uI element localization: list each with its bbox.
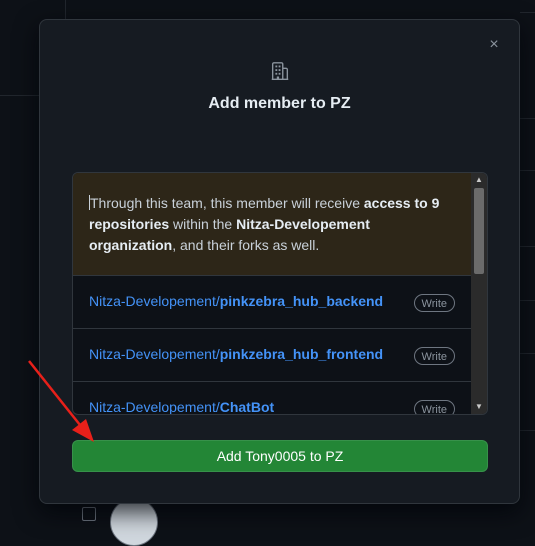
repo-link[interactable]: Nitza-Developement/pinkzebra_hub_fronten… bbox=[89, 346, 383, 362]
bg-divider bbox=[520, 353, 535, 354]
bg-divider bbox=[520, 430, 535, 431]
scrollbar[interactable]: ▲ ▼ bbox=[471, 173, 487, 414]
bg-divider bbox=[520, 12, 535, 13]
notice-text: within the bbox=[169, 216, 237, 232]
list-item: Nitza-Developement/ChatBot Write bbox=[73, 382, 471, 414]
notice-text: Through this team, this member will rece… bbox=[90, 195, 364, 211]
notice-text: , and their forks as well. bbox=[172, 237, 320, 253]
list-item: Nitza-Developement/pinkzebra_hub_backend… bbox=[73, 276, 471, 329]
bg-divider bbox=[520, 118, 535, 119]
scroll-down-icon[interactable]: ▼ bbox=[471, 400, 487, 414]
organization-icon bbox=[271, 62, 289, 80]
bg-member-checkbox bbox=[82, 507, 96, 521]
bg-divider bbox=[520, 170, 535, 171]
add-member-button[interactable]: Add Tony0005 to PZ bbox=[72, 440, 488, 472]
dialog-title: Add member to PZ bbox=[208, 95, 351, 112]
permission-badge: Write bbox=[413, 347, 455, 365]
repo-link[interactable]: Nitza-Developement/ChatBot bbox=[89, 399, 274, 414]
permission-badge: Write bbox=[413, 294, 455, 312]
list-item: Nitza-Developement/pinkzebra_hub_fronten… bbox=[73, 329, 471, 382]
scroll-up-icon[interactable]: ▲ bbox=[471, 173, 487, 187]
bg-divider bbox=[0, 95, 39, 96]
bg-divider bbox=[520, 300, 535, 301]
access-notice: Through this team, this member will rece… bbox=[73, 173, 471, 276]
add-member-dialog: × Add member to PZ Through this team, th… bbox=[39, 19, 520, 504]
bg-avatar bbox=[110, 498, 158, 546]
permission-badge: Write bbox=[413, 400, 455, 414]
repo-link[interactable]: Nitza-Developement/pinkzebra_hub_backend bbox=[89, 293, 383, 309]
scroll-thumb[interactable] bbox=[474, 188, 484, 274]
close-icon[interactable]: × bbox=[485, 36, 503, 54]
bg-divider bbox=[520, 246, 535, 247]
bg-divider bbox=[65, 0, 66, 20]
repository-list[interactable]: Through this team, this member will rece… bbox=[72, 172, 488, 415]
